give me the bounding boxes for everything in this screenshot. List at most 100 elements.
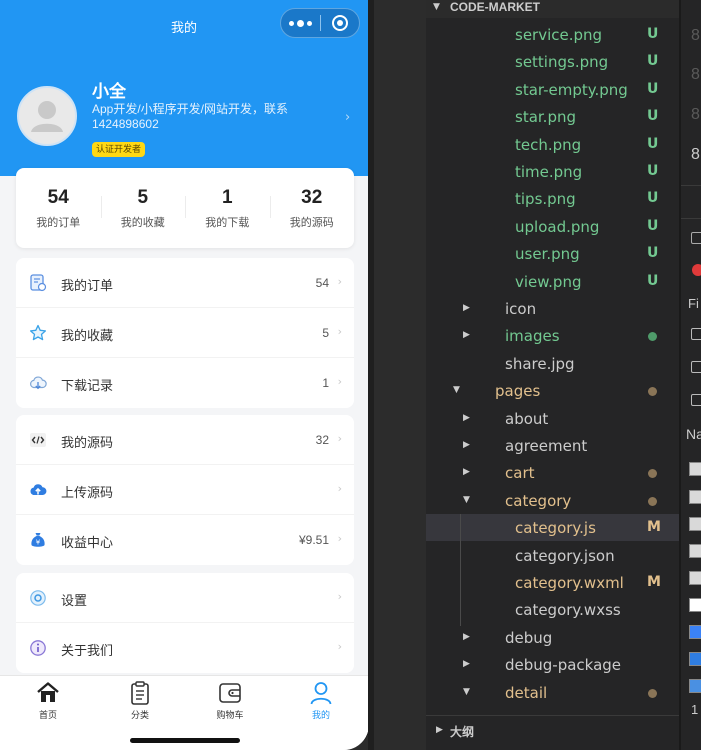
chevron-right-icon[interactable]: ▶: [463, 467, 470, 477]
tree-folder[interactable]: ▶ about: [426, 405, 679, 432]
menu-item-settings[interactable]: 设置 ›: [16, 573, 354, 623]
stat-label: 我的下载: [205, 217, 250, 229]
menu-item-upload-source[interactable]: 上传源码 ›: [16, 465, 354, 515]
stat-orders[interactable]: 54 我的订单: [16, 168, 101, 248]
tree-file[interactable]: star-empty.png U: [426, 76, 679, 103]
menu-item-value: ¥9.51: [298, 533, 329, 547]
stat-value: 5: [137, 187, 149, 208]
stat-favorites[interactable]: 5 我的收藏: [100, 168, 186, 248]
code-icon: [30, 433, 46, 447]
tree-file[interactable]: view.png U: [426, 268, 679, 295]
tree-folder[interactable]: ▼ detail: [426, 679, 679, 706]
close-icon[interactable]: [321, 9, 359, 37]
fragment-text: Na: [686, 426, 701, 442]
tree-file[interactable]: service.png U: [426, 21, 679, 48]
fragment-text: 8: [691, 27, 700, 44]
checkbox[interactable]: [691, 232, 701, 244]
menu-item-my-sources[interactable]: 我的源码 32 ›: [16, 415, 354, 465]
tree-file[interactable]: time.png U: [426, 158, 679, 185]
menu-item-label: 下载记录: [61, 378, 114, 393]
tree-folder[interactable]: ▶ images: [426, 322, 679, 349]
tree-item-label: agreement: [505, 437, 588, 455]
tab-home[interactable]: 首页: [2, 680, 94, 728]
tab-label: 首页: [38, 710, 57, 720]
chevron-down-icon[interactable]: ▼: [463, 687, 470, 697]
fragment-text: Fi: [688, 296, 699, 311]
menu-item-about-us[interactable]: 关于我们 ›: [16, 623, 354, 673]
tree-file[interactable]: settings.png U: [426, 48, 679, 75]
chevron-down-icon[interactable]: ▼: [463, 495, 470, 505]
home-icon: [37, 682, 59, 702]
tree-file[interactable]: category.wxss: [426, 596, 679, 623]
git-status-dot: [648, 387, 657, 397]
tree-folder[interactable]: ▶ debug-package: [426, 651, 679, 678]
tree-item-label: icon: [505, 300, 537, 318]
avatar[interactable]: [17, 86, 77, 146]
checkbox[interactable]: [691, 361, 701, 373]
git-status-dot: [648, 469, 657, 479]
menu-item-download-history[interactable]: 下载记录 1 ›: [16, 358, 354, 408]
menu-item-my-orders[interactable]: 我的订单 54 ›: [16, 258, 354, 308]
outline-panel-header[interactable]: ▶ 大纲: [426, 715, 679, 750]
more-icon[interactable]: [281, 9, 320, 37]
chevron-right-icon[interactable]: ▶: [463, 659, 470, 669]
tree-file[interactable]: category.wxml M: [426, 569, 679, 596]
image-thumbnail: [689, 490, 701, 504]
phone-bezel: [368, 0, 374, 750]
menu-group-2: 我的源码 32 › 上传源码 › ¥ 收益中心 ¥9.51 ›: [16, 415, 354, 565]
tree-item-label: category.js: [515, 519, 596, 538]
tree-folder[interactable]: ▼ pages: [426, 377, 679, 404]
tab-cart[interactable]: 购物车: [184, 680, 276, 728]
checkbox[interactable]: [691, 394, 701, 406]
menu-item-my-favorites[interactable]: 我的收藏 5 ›: [16, 308, 354, 358]
stat-sources[interactable]: 32 我的源码: [269, 168, 355, 248]
chevron-right-icon: ›: [345, 110, 351, 125]
tree-file[interactable]: category.json: [426, 542, 679, 569]
user-icon: [310, 682, 332, 705]
tree-file[interactable]: share.jpg: [426, 350, 679, 377]
tree-file[interactable]: upload.png U: [426, 213, 679, 240]
tree-folder[interactable]: ▶ debug: [426, 624, 679, 651]
default-user-icon: [31, 101, 63, 132]
tree-file[interactable]: tips.png U: [426, 185, 679, 212]
tree-file[interactable]: tech.png U: [426, 131, 679, 158]
checkbox[interactable]: [691, 328, 701, 340]
chevron-right-icon: ›: [337, 482, 342, 495]
tree-item-label: service.png: [515, 26, 603, 44]
tab-label: 购物车: [216, 710, 244, 720]
tree-item-label: category: [505, 491, 572, 510]
chevron-right-icon[interactable]: ▶: [463, 330, 470, 340]
chevron-right-icon[interactable]: ▶: [463, 440, 470, 450]
tree-folder[interactable]: ▶ icon: [426, 295, 679, 322]
menu-item-label: 我的收藏: [61, 328, 114, 343]
image-thumbnail: [689, 598, 701, 612]
record-icon[interactable]: [692, 264, 701, 276]
tab-mine[interactable]: 我的: [275, 680, 367, 728]
navigation-bar: 我的: [0, 0, 368, 46]
chevron-down-icon[interactable]: ▼: [453, 385, 460, 395]
tree-folder[interactable]: ▶ cart: [426, 459, 679, 486]
menu-item-earnings-center[interactable]: ¥ 收益中心 ¥9.51 ›: [16, 515, 354, 565]
chevron-right-icon[interactable]: ▶: [463, 303, 470, 313]
tree-file[interactable]: category.js M: [426, 514, 679, 542]
git-status-badge: U: [647, 80, 659, 97]
chevron-right-icon[interactable]: ▶: [463, 413, 470, 423]
stats-card: 54 我的订单 5 我的收藏 1 我的下载 32 我的源码: [16, 168, 354, 248]
git-status-badge: U: [647, 53, 659, 70]
tab-category[interactable]: 分类: [94, 680, 186, 728]
menu-group-3: 设置 › 关于我们 ›: [16, 573, 354, 673]
star-icon: [29, 324, 47, 341]
clipboard-icon: [131, 681, 149, 705]
tree-folder[interactable]: ▶ agreement: [426, 432, 679, 459]
git-status-badge: U: [647, 108, 659, 125]
stat-downloads[interactable]: 1 我的下载: [185, 168, 270, 248]
screen: 我的 小全 App开发/小程序开发/网站开发，联系1424898602 认证开发…: [0, 0, 701, 750]
tree-file[interactable]: star.png U: [426, 103, 679, 130]
menu-item-label: 关于我们: [61, 643, 114, 658]
image-thumbnail: [689, 544, 701, 558]
tree-folder[interactable]: ▼ category: [426, 487, 679, 514]
explorer-header[interactable]: ▼ CODE-MARKET: [426, 0, 679, 18]
tree-file[interactable]: user.png U: [426, 240, 679, 267]
chevron-right-icon[interactable]: ▶: [463, 632, 470, 642]
tree-item-label: images: [505, 327, 560, 346]
